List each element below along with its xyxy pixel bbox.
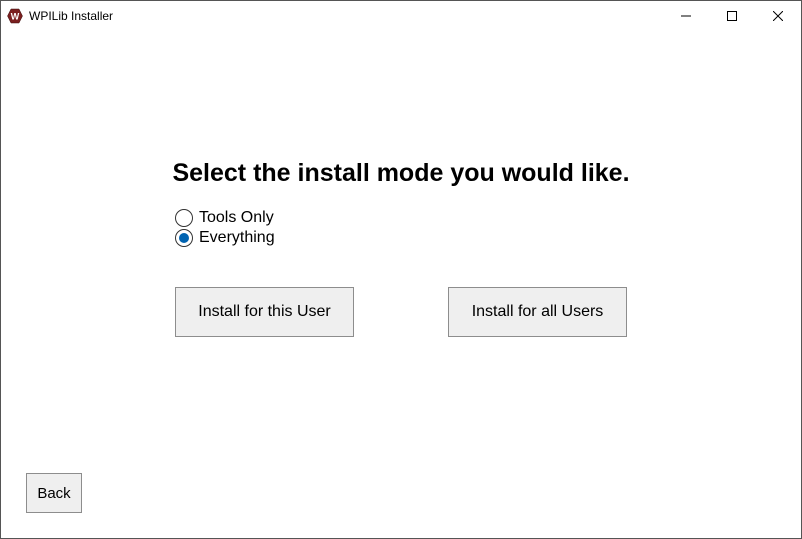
radio-icon — [175, 229, 193, 247]
window-title: WPILib Installer — [29, 9, 113, 23]
svg-text:W: W — [11, 12, 20, 22]
app-icon: W — [7, 8, 23, 24]
minimize-icon — [681, 11, 691, 21]
back-button[interactable]: Back — [26, 473, 82, 513]
close-button[interactable] — [755, 1, 801, 31]
maximize-button[interactable] — [709, 1, 755, 31]
installer-window: W WPILib Installer Select the install mo… — [0, 0, 802, 539]
titlebar: W WPILib Installer — [1, 1, 801, 31]
radio-label: Tools Only — [199, 209, 274, 227]
radio-everything[interactable]: Everything — [175, 229, 275, 247]
install-all-users-button[interactable]: Install for all Users — [448, 287, 627, 337]
install-mode-options: Tools Only Everything — [175, 209, 275, 247]
page-heading: Select the install mode you would like. — [1, 159, 801, 188]
close-icon — [773, 11, 783, 21]
content-area: Select the install mode you would like. … — [1, 31, 801, 538]
radio-label: Everything — [199, 229, 275, 247]
maximize-icon — [727, 11, 737, 21]
window-controls — [663, 1, 801, 31]
radio-tools-only[interactable]: Tools Only — [175, 209, 275, 227]
install-button-row: Install for this User Install for all Us… — [175, 287, 627, 337]
radio-icon — [175, 209, 193, 227]
minimize-button[interactable] — [663, 1, 709, 31]
install-this-user-button[interactable]: Install for this User — [175, 287, 354, 337]
